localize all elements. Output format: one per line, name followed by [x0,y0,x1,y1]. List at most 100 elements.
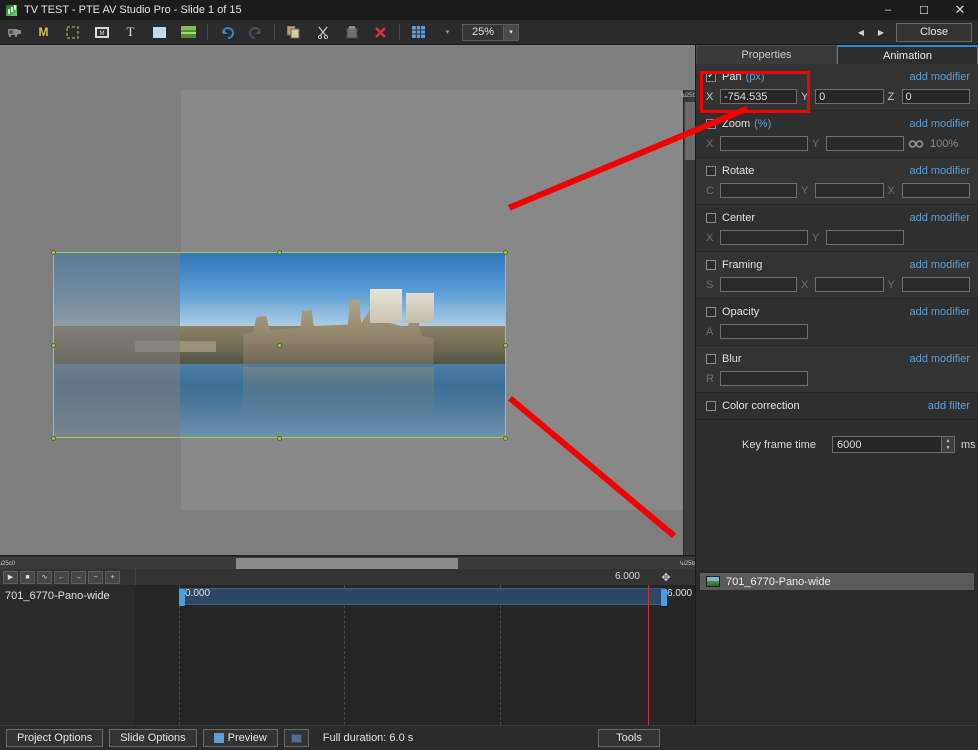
close-editor-button[interactable]: Close [896,22,972,42]
key-frame-time-spinner[interactable]: 6000 ▲ ▼ [831,436,955,453]
crop-frame-icon[interactable] [58,21,87,44]
prev-keyframe-button[interactable]: ← [54,570,69,584]
zoom-x-input[interactable] [720,136,808,151]
blur-add-modifier[interactable]: add modifier [909,353,970,365]
waveform-button[interactable]: ∿ [37,570,52,584]
music-icon[interactable]: M [29,21,58,44]
play-button[interactable]: ▶ [3,570,18,584]
keyframe-end-time: 6.000 [667,588,693,599]
cut-icon[interactable] [308,21,337,44]
center-label: Center [722,212,756,224]
tab-animation[interactable]: Animation [837,45,978,64]
slide-canvas[interactable]: \u25b2 \u25bc [0,45,695,555]
opacity-a-input[interactable] [720,324,808,339]
maximize-button[interactable]: ☐ [906,0,942,20]
opacity-add-modifier[interactable]: add modifier [909,306,970,318]
chain-link-icon[interactable] [908,139,924,148]
animation-panel: Properties Animation Pan (px) add modifi… [695,45,978,570]
center-y-input[interactable] [826,230,904,245]
list-item[interactable]: 701_6770-Pano-wide [700,573,974,590]
next-keyframe-button[interactable]: → [71,570,86,584]
image-icon[interactable] [174,21,203,44]
framing-y-label: Y [887,278,895,291]
pan-checkbox[interactable] [706,70,716,82]
paste-icon[interactable] [337,21,366,44]
title-bar: TV TEST - PTE AV Studio Pro - Slide 1 of… [0,0,978,20]
delete-icon[interactable] [366,21,395,44]
rotate-c-input[interactable] [720,183,798,198]
timeline-playhead[interactable] [648,585,649,725]
rotate-checkbox[interactable] [706,166,716,176]
center-y-label: Y [812,231,820,244]
vertical-scroll-thumb[interactable] [685,102,695,160]
next-slide-button[interactable]: ▶ [872,22,890,42]
text-icon[interactable]: T [116,21,145,44]
rotate-x-input[interactable] [901,183,970,198]
fullscreen-preview-button[interactable] [283,729,309,747]
color-correction-add-filter[interactable]: add filter [928,400,970,412]
scroll-up-icon[interactable]: \u25b2 [681,90,695,102]
timeline-ruler[interactable]: 6.000 ✥ [135,569,680,585]
canvas-vertical-scrollbar[interactable]: \u25b2 \u25bc [681,90,695,555]
zoom-in-button[interactable]: + [105,570,120,584]
opacity-checkbox[interactable] [706,307,716,317]
rectangle-icon[interactable] [145,21,174,44]
undo-icon[interactable] [212,21,241,44]
svg-text:M: M [99,31,104,37]
framing-x-input[interactable] [815,277,884,292]
horizontal-scroll-thumb[interactable] [236,558,458,569]
framing-checkbox[interactable] [706,260,716,270]
pan-x-input[interactable]: -754.535 [720,89,798,104]
pan-add-modifier[interactable]: add modifier [909,71,970,83]
close-window-button[interactable]: ✕ [942,0,978,20]
spinner-up-icon[interactable]: ▲ [941,437,954,445]
project-options-button[interactable]: Project Options [6,729,104,747]
minimize-button[interactable]: – [870,0,906,20]
color-correction-checkbox[interactable] [706,401,716,411]
pan-y-input[interactable]: 0 [815,89,884,104]
chevron-down-icon[interactable]: ▾ [503,24,518,40]
zoom-add-modifier[interactable]: add modifier [909,118,970,130]
mask-icon[interactable]: M [87,21,116,44]
grid-dropdown-icon[interactable]: ▾ [433,21,462,44]
row-zoom-fields: X Y 100% [696,132,978,151]
center-add-modifier[interactable]: add modifier [909,212,970,224]
framing-y-input[interactable] [901,277,970,292]
projector-icon[interactable] [0,21,29,44]
preview-button[interactable]: Preview [202,729,278,747]
row-center: Center add modifier X Y [696,205,978,252]
zoom-y-input[interactable] [826,136,904,151]
slide-options-button[interactable]: Slide Options [109,729,197,747]
redo-icon[interactable] [241,21,270,44]
canvas-horizontal-scrollbar[interactable]: \u25c0 \u25b6 [0,556,698,569]
framing-add-modifier[interactable]: add modifier [909,259,970,271]
blur-checkbox[interactable] [706,354,716,364]
pan-z-input[interactable]: 0 [901,89,970,104]
zoom-checkbox[interactable] [706,119,716,129]
rotate-y-input[interactable] [815,183,884,198]
slide-image-object[interactable] [53,252,506,438]
copy-icon[interactable] [279,21,308,44]
key-frame-time-input[interactable]: 6000 [833,437,941,452]
blur-r-input[interactable] [720,371,808,386]
rotate-add-modifier[interactable]: add modifier [909,165,970,177]
zoom-level-combo[interactable]: 25% ▾ [462,23,519,41]
tools-button[interactable]: Tools [598,729,660,747]
grid-icon[interactable] [404,21,433,44]
zoom-level-value: 25% [471,26,495,38]
move-icon[interactable]: ✥ [656,570,676,584]
framing-s-input[interactable] [720,277,798,292]
spinner-down-icon[interactable]: ▼ [941,444,954,452]
timeline-gridline [500,585,501,725]
timeline-clip[interactable] [179,588,667,606]
previous-slide-button[interactable]: ◀ [852,22,870,42]
timeline-grid[interactable]: 0.000 6.000 [135,585,695,725]
stop-button[interactable]: ■ [20,570,35,584]
row-opacity: Opacity add modifier A [696,299,978,346]
center-checkbox[interactable] [706,213,716,223]
tab-properties[interactable]: Properties [696,45,837,64]
application-window: TV TEST - PTE AV Studio Pro - Slide 1 of… [0,0,978,750]
row-color-correction-header: Color correction add filter [696,398,978,414]
center-x-input[interactable] [720,230,808,245]
zoom-out-button[interactable]: − [88,570,103,584]
